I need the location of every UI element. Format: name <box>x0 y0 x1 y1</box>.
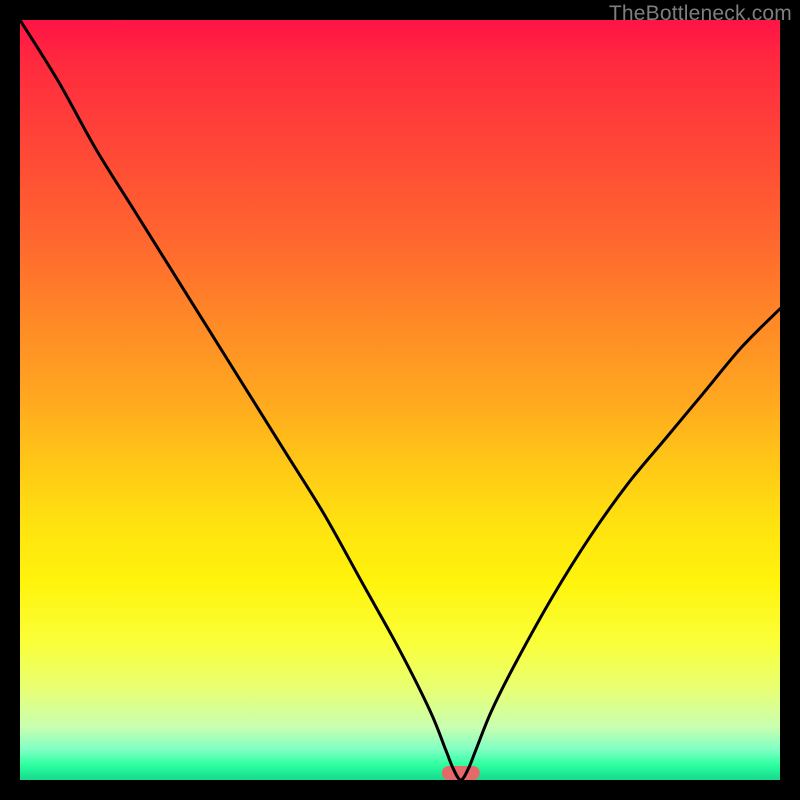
valley-marker <box>442 766 480 780</box>
plot-area <box>20 20 780 780</box>
bottleneck-curve-path <box>20 20 780 780</box>
chart-svg <box>20 20 780 780</box>
chart-frame: TheBottleneck.com <box>0 0 800 800</box>
marker-layer <box>442 766 480 780</box>
watermark-text: TheBottleneck.com <box>609 2 792 26</box>
